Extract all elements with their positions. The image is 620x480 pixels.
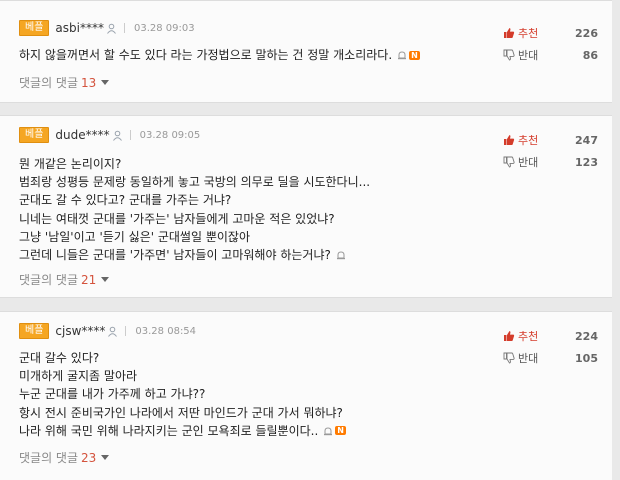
vote-box: 추천 226 반대 86 bbox=[503, 22, 598, 66]
downvote-count: 123 bbox=[575, 155, 598, 169]
downvote-label: 반대 bbox=[518, 352, 539, 365]
upvote-count: 226 bbox=[575, 26, 598, 40]
comment-header: 베플 dude**** 03.28 09:05 bbox=[19, 127, 200, 143]
replies-count: 23 bbox=[81, 450, 97, 465]
comment-line: 그런데 니들은 군대를 '가주면' 남자들이 고마워해야 하는거냐? bbox=[19, 246, 370, 264]
replies-count: 21 bbox=[81, 272, 97, 287]
replies-toggle[interactable]: 댓글의 댓글 13 bbox=[19, 74, 110, 91]
downvote-count: 86 bbox=[582, 48, 598, 62]
user-nickname[interactable]: cjsw**** bbox=[55, 324, 105, 338]
comment-line: 항시 전시 준비국가인 나라에서 저딴 마인드가 군대 가서 뭐하냐? bbox=[19, 405, 343, 420]
user-nickname[interactable]: asbi**** bbox=[55, 21, 104, 35]
comment-time: 03.28 09:03 bbox=[133, 22, 195, 34]
upvote-button[interactable]: 추천 247 bbox=[503, 129, 598, 151]
upvote-count: 247 bbox=[575, 133, 598, 147]
best-badge: 베플 bbox=[19, 323, 50, 339]
comment-line: 뭔 개같은 논리이지? bbox=[19, 157, 122, 171]
downvote-button[interactable]: 반대 105 bbox=[503, 347, 598, 369]
vote-box: 추천 224 반대 105 bbox=[503, 325, 598, 369]
thumbs-up-icon bbox=[504, 331, 515, 341]
best-badge: 베플 bbox=[19, 20, 50, 36]
comment-line: 군대도 갈 수 있다고? 군대를 가주는 거냐? bbox=[19, 193, 232, 208]
comment-body: 하지 않을꺼면서 할 수도 있다 라는 가정법으로 말하는 건 정말 개소리라다… bbox=[19, 46, 420, 64]
comment-line: 범죄랑 성평등 문제랑 동일하게 놓고 국방의 의무로 딜을 시도한다니... bbox=[19, 175, 371, 190]
comment-item: 베플 dude**** 03.28 09:05 추천 247 반대 123 뭔 … bbox=[0, 115, 612, 298]
upvote-button[interactable]: 추천 226 bbox=[503, 22, 598, 44]
divider bbox=[123, 23, 125, 33]
user-profile-icon[interactable] bbox=[112, 130, 123, 141]
comment-body: 뭔 개같은 논리이지? 범죄랑 성평등 문제랑 동일하게 놓고 국방의 의무로 … bbox=[19, 155, 370, 264]
report-icon bbox=[336, 251, 345, 260]
comment-line: 그냥 '남일'이고 '듣기 싫은' 군대썰일 뿐이잖아 bbox=[19, 229, 250, 244]
divider bbox=[125, 326, 127, 336]
notify-mark[interactable]: N bbox=[397, 50, 420, 60]
upvote-count: 224 bbox=[575, 329, 598, 343]
upvote-label: 추천 bbox=[518, 27, 539, 40]
replies-label: 댓글의 댓글 bbox=[19, 451, 79, 465]
downvote-label: 반대 bbox=[518, 156, 539, 169]
new-badge: N bbox=[335, 426, 346, 436]
best-badge: 베플 bbox=[19, 127, 50, 143]
thumbs-down-icon bbox=[503, 49, 515, 61]
divider bbox=[129, 130, 131, 140]
new-badge: N bbox=[409, 50, 420, 60]
user-profile-icon[interactable] bbox=[106, 23, 117, 34]
comment-item: 베플 cjsw**** 03.28 08:54 추천 224 반대 105 군대… bbox=[0, 311, 612, 480]
replies-toggle[interactable]: 댓글의 댓글 21 bbox=[19, 271, 110, 288]
comment-line: 니네는 여태껏 군대를 '가주는' 남자들에게 고마운 적은 있었냐? bbox=[19, 211, 335, 226]
comment-body: 군대 갈수 있다? 미개하게 굴지좀 말아라 누군 군대를 내가 가주께 하고 … bbox=[19, 349, 346, 440]
replies-count: 13 bbox=[81, 75, 97, 90]
comment-item: 베플 asbi**** 03.28 09:03 추천 226 반대 86 하지 … bbox=[0, 0, 612, 103]
upvote-label: 추천 bbox=[518, 330, 539, 343]
comment-time: 03.28 09:05 bbox=[139, 129, 201, 141]
user-nickname[interactable]: dude**** bbox=[55, 128, 109, 142]
comment-line: 군대 갈수 있다? bbox=[19, 351, 100, 365]
thumbs-up-icon bbox=[504, 28, 515, 38]
thumbs-down-icon bbox=[503, 156, 515, 168]
caret-down-icon bbox=[101, 80, 110, 85]
comment-line: 미개하게 굴지좀 말아라 bbox=[19, 369, 138, 384]
comment-line: 하지 않을꺼면서 할 수도 있다 라는 가정법으로 말하는 건 정말 개소리라다… bbox=[19, 48, 420, 62]
comment-header: 베플 cjsw**** 03.28 08:54 bbox=[19, 323, 196, 339]
vote-box: 추천 247 반대 123 bbox=[503, 129, 598, 173]
replies-label: 댓글의 댓글 bbox=[19, 273, 79, 287]
comment-time: 03.28 08:54 bbox=[135, 325, 197, 337]
notify-mark[interactable] bbox=[336, 250, 346, 260]
report-icon bbox=[324, 427, 333, 436]
downvote-count: 105 bbox=[575, 351, 598, 365]
comment-line: 나라 위해 국민 위해 나라지키는 군인 모욕죄로 들릴뿐이다.. N bbox=[19, 423, 346, 438]
comment-line: 누군 군대를 내가 가주께 하고 가냐?? bbox=[19, 387, 206, 402]
thumbs-down-icon bbox=[503, 352, 515, 364]
downvote-button[interactable]: 반대 86 bbox=[503, 44, 598, 66]
caret-down-icon bbox=[101, 455, 110, 460]
replies-label: 댓글의 댓글 bbox=[19, 76, 79, 90]
downvote-button[interactable]: 반대 123 bbox=[503, 151, 598, 173]
caret-down-icon bbox=[101, 277, 110, 282]
comment-header: 베플 asbi**** 03.28 09:03 bbox=[19, 20, 195, 36]
replies-toggle[interactable]: 댓글의 댓글 23 bbox=[19, 449, 110, 466]
user-profile-icon[interactable] bbox=[107, 326, 118, 337]
downvote-label: 반대 bbox=[518, 49, 539, 62]
upvote-button[interactable]: 추천 224 bbox=[503, 325, 598, 347]
report-icon bbox=[398, 51, 407, 60]
upvote-label: 추천 bbox=[518, 134, 539, 147]
notify-mark[interactable]: N bbox=[323, 426, 346, 436]
best-comments-list: 베플 asbi**** 03.28 09:03 추천 226 반대 86 하지 … bbox=[0, 0, 620, 480]
thumbs-up-icon bbox=[504, 135, 515, 145]
